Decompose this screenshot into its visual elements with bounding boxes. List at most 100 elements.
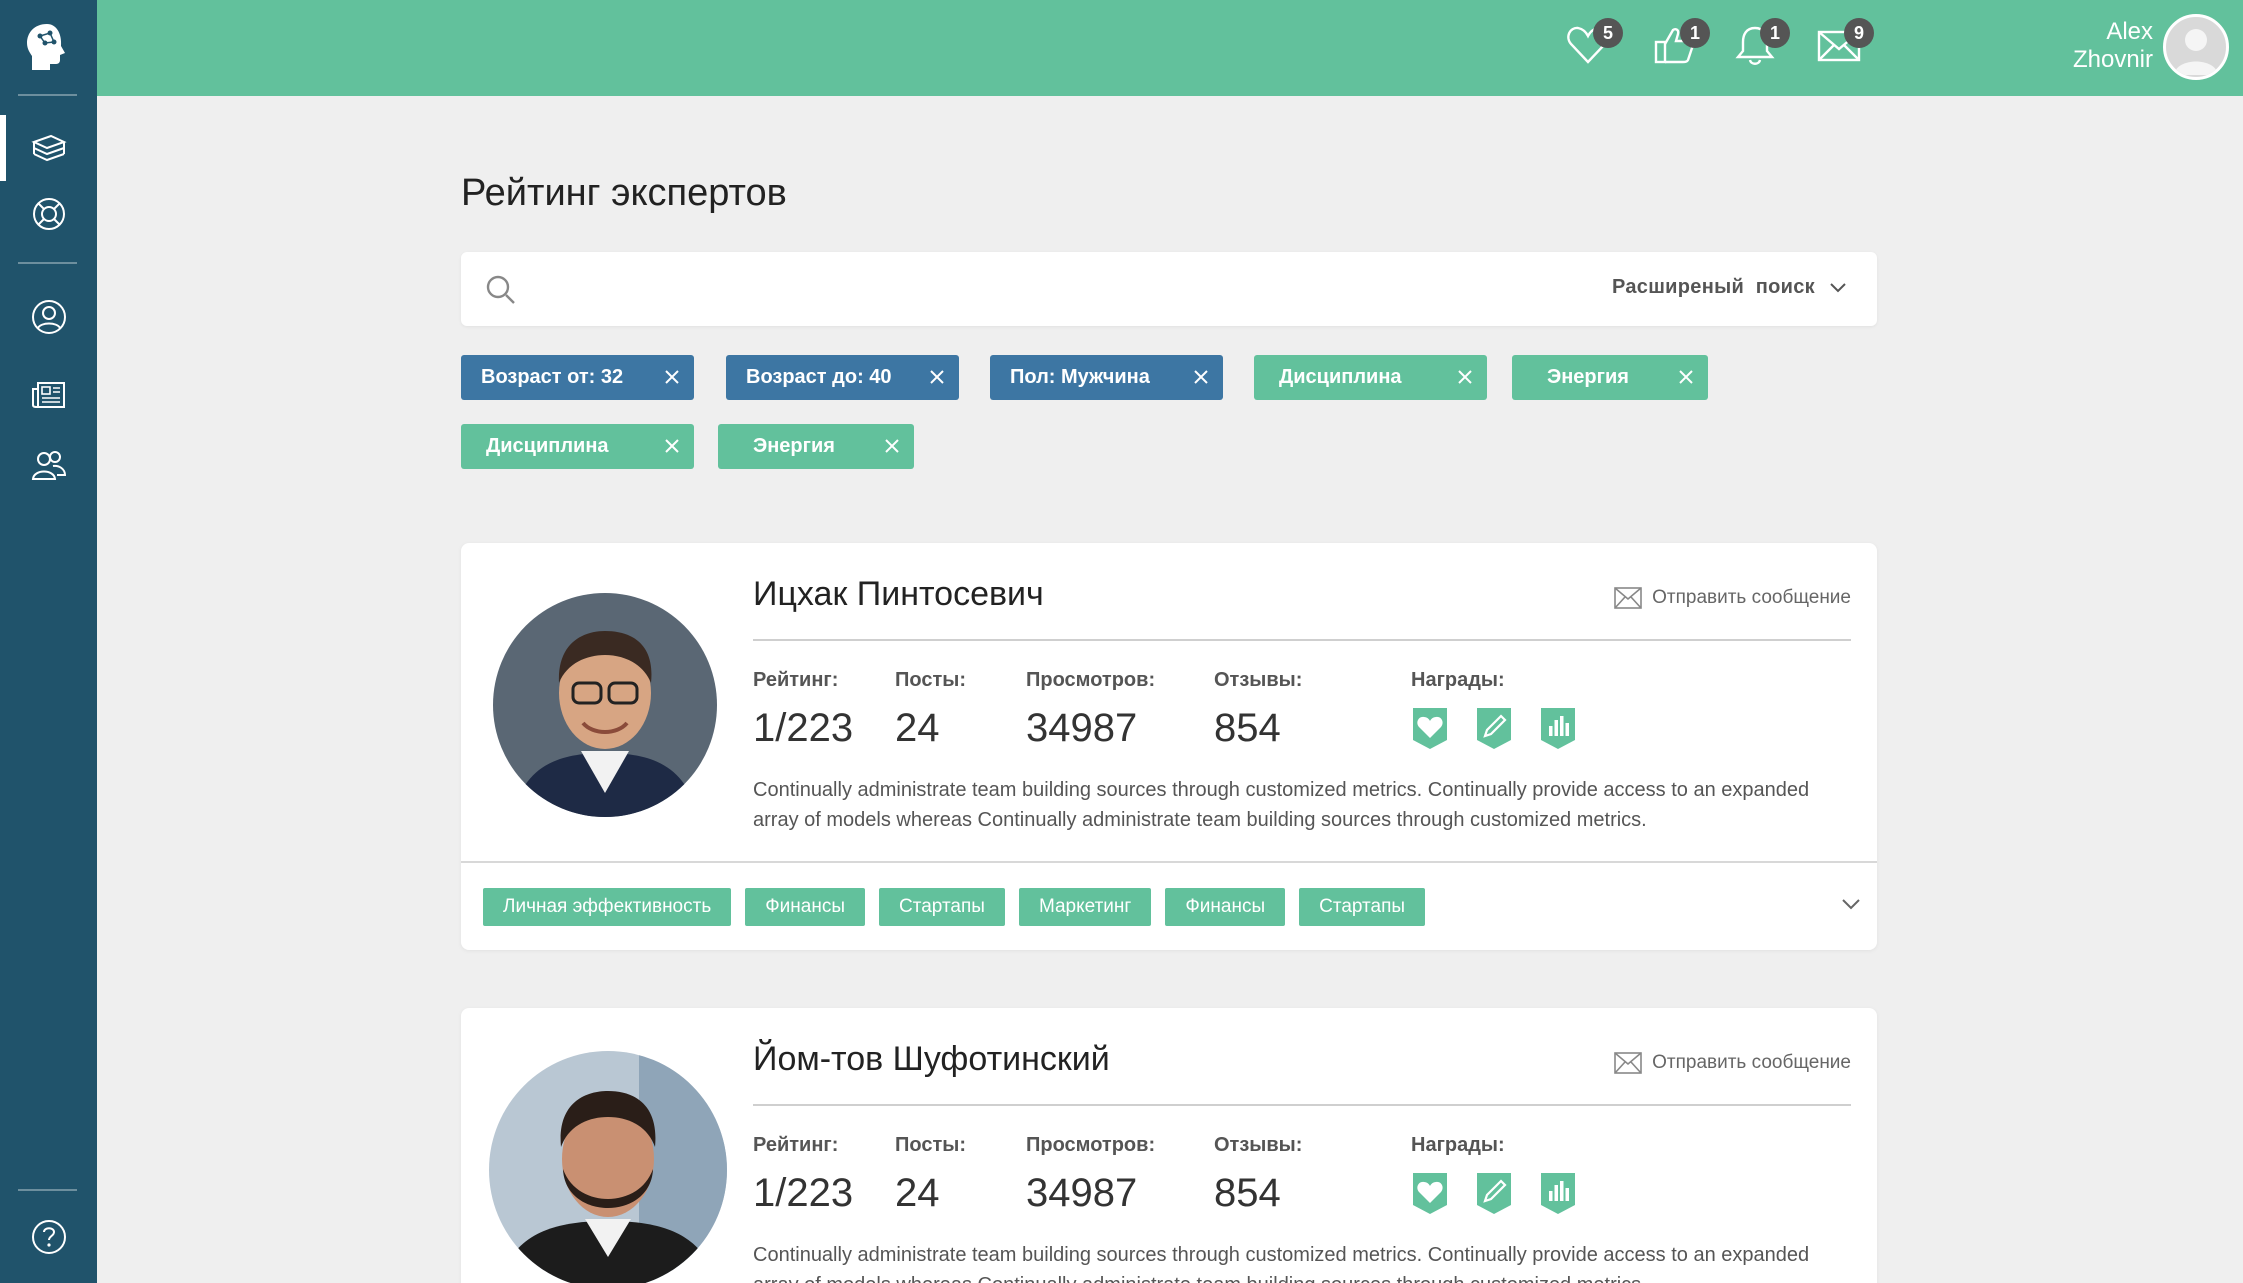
divider (753, 639, 1851, 641)
expert-description: Continually administrate team building s… (753, 1244, 1810, 1283)
close-icon[interactable] (1676, 367, 1696, 387)
tag[interactable]: Личная эффективность (483, 888, 732, 926)
sidebar-item-news[interactable] (0, 362, 97, 428)
sidebar-divider (18, 94, 77, 96)
sidebar-item-profile[interactable] (0, 284, 97, 350)
filter-chip[interactable]: Возраст до: 40 (726, 355, 959, 400)
heart-badge-icon[interactable] (1411, 706, 1449, 750)
posts-value: 24 (895, 706, 940, 750)
sidebar-divider (18, 1189, 77, 1191)
filter-chip-label: Пол: Мужчина (1010, 366, 1150, 388)
advanced-search-toggle[interactable]: Расширеный поиск (1612, 276, 1847, 299)
send-message-button[interactable]: Отправить сообщение (1614, 1052, 1851, 1074)
profile-icon (31, 300, 66, 334)
send-message-button[interactable]: Отправить сообщение (1614, 587, 1851, 609)
filter-chip[interactable]: Энергия (718, 424, 914, 469)
filter-chip[interactable]: Дисциплина (461, 424, 694, 469)
book-stack-icon (30, 134, 67, 162)
tag[interactable]: Стартапы (879, 888, 1005, 926)
chart-badge-icon[interactable] (1539, 706, 1577, 750)
expert-name[interactable]: Йом-тов Шуфотинский (753, 1040, 1110, 1079)
brain-head-logo[interactable] (22, 20, 72, 74)
expert-tags: Личная эффективность Финансы Стартапы Ма… (483, 888, 1426, 926)
pencil-badge-icon[interactable] (1475, 1171, 1513, 1215)
top-bar: 5 1 1 9 Alex Zhovnir (97, 0, 2243, 96)
messages-button[interactable]: 9 (1816, 18, 1874, 72)
notifications-badge: 1 (1760, 18, 1790, 48)
filter-chip-label: Возраст от: 32 (481, 366, 624, 388)
rating-value: 1/223 (753, 706, 854, 750)
avatar[interactable] (2163, 14, 2229, 80)
posts-value: 24 (895, 1171, 940, 1215)
rating-value: 1/223 (753, 1171, 854, 1215)
tag[interactable]: Маркетинг (1018, 888, 1152, 926)
reviews-value: 854 (1214, 1171, 1281, 1215)
expert-card: Йом-тов Шуфотинский Отправить сообщение … (461, 1008, 1877, 1283)
views-stat: Просмотров: 34987 (1026, 669, 1156, 750)
chevron-down-icon (1830, 282, 1846, 292)
lifebuoy-icon (32, 198, 65, 230)
expert-avatar[interactable] (493, 593, 717, 817)
avatar-placeholder-icon (2174, 29, 2218, 75)
filter-chip[interactable]: Дисциплина (1254, 355, 1487, 400)
chart-badge-icon[interactable] (1539, 1171, 1577, 1215)
likes-button[interactable]: 1 (1652, 18, 1710, 72)
reviews-stat: Отзывы: 854 (1214, 669, 1303, 750)
expert-avatar[interactable] (489, 1051, 727, 1283)
awards: Награды: (1411, 669, 1577, 750)
tag[interactable]: Финансы (745, 888, 866, 926)
filter-chip-label: Энергия (753, 435, 835, 457)
notifications-button[interactable]: 1 (1732, 18, 1790, 72)
filter-chip-label: Возраст до: 40 (746, 366, 892, 388)
divider (461, 861, 1877, 863)
filter-chip-label: Дисциплина (1279, 366, 1402, 388)
favorites-button[interactable]: 5 (1565, 18, 1623, 72)
messages-badge: 9 (1844, 18, 1874, 48)
sidebar-item-courses[interactable] (0, 115, 97, 181)
filter-chip[interactable]: Энергия (1512, 355, 1708, 400)
expert-description: Continually administrate team building s… (753, 779, 1810, 831)
rating-stat: Рейтинг: 1/223 (753, 1134, 854, 1215)
heart-badge-icon[interactable] (1411, 1171, 1449, 1215)
sidebar-item-community[interactable] (0, 432, 97, 498)
close-icon[interactable] (662, 436, 682, 456)
filter-chip[interactable]: Пол: Мужчина (990, 355, 1223, 400)
close-icon[interactable] (1455, 367, 1475, 387)
close-icon[interactable] (882, 436, 902, 456)
user-name[interactable]: Alex Zhovnir (1953, 18, 2153, 74)
close-icon[interactable] (927, 367, 947, 387)
search-icon (486, 275, 515, 304)
expert-photo (489, 1051, 727, 1283)
favorites-badge: 5 (1593, 18, 1623, 48)
envelope-icon (1614, 1052, 1642, 1074)
close-icon[interactable] (662, 367, 682, 387)
envelope-icon (1614, 587, 1642, 609)
views-stat: Просмотров: 34987 (1026, 1134, 1156, 1215)
search-input[interactable] (531, 266, 1331, 312)
send-message-label: Отправить сообщение (1652, 587, 1851, 608)
group-icon (31, 451, 66, 480)
filter-chip[interactable]: Возраст от: 32 (461, 355, 694, 400)
rating-stat: Рейтинг: 1/223 (753, 669, 854, 750)
sidebar-item-support[interactable] (0, 181, 97, 247)
reviews-stat: Отзывы: 854 (1214, 1134, 1303, 1215)
views-value: 34987 (1026, 706, 1138, 750)
filter-chip-label: Энергия (1547, 366, 1629, 388)
newspaper-icon (31, 382, 65, 408)
expert-name[interactable]: Ицхак Пинтосевич (753, 575, 1044, 614)
posts-stat: Посты: 24 (895, 669, 966, 750)
tag[interactable]: Стартапы (1299, 888, 1426, 926)
likes-badge: 1 (1680, 18, 1710, 48)
page-title: Рейтинг экспертов (461, 172, 787, 214)
sidebar (0, 0, 97, 1283)
divider (753, 1104, 1851, 1106)
awards: Награды: (1411, 1134, 1577, 1215)
close-icon[interactable] (1191, 367, 1211, 387)
views-value: 34987 (1026, 1171, 1138, 1215)
sidebar-item-help[interactable] (0, 1204, 97, 1270)
chevron-down-icon[interactable] (1841, 897, 1861, 911)
expert-card: Ицхак Пинтосевич Отправить сообщение Рей… (461, 543, 1877, 950)
pencil-badge-icon[interactable] (1475, 706, 1513, 750)
tag[interactable]: Финансы (1165, 888, 1286, 926)
question-icon (31, 1220, 66, 1254)
